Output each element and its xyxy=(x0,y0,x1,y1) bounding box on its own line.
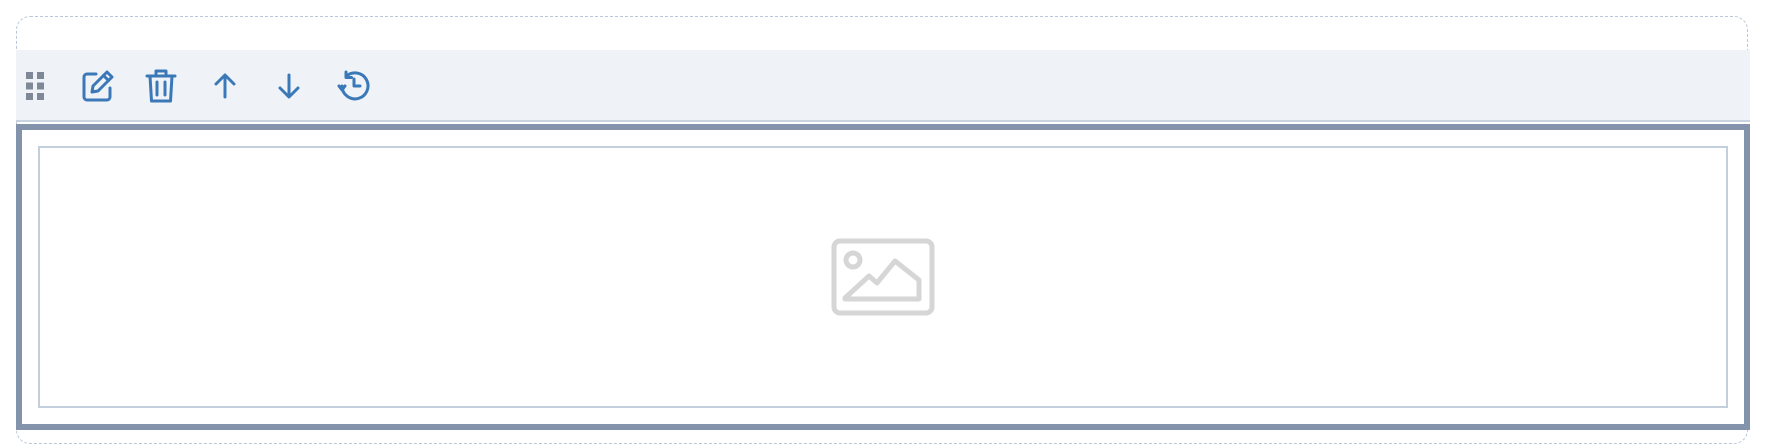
arrow-up-icon xyxy=(212,72,238,100)
delete-button[interactable] xyxy=(143,68,179,104)
history-button[interactable] xyxy=(336,68,372,104)
move-down-button[interactable] xyxy=(271,68,307,104)
image-block-frame[interactable] xyxy=(16,124,1750,430)
move-up-button[interactable] xyxy=(207,68,243,104)
trash-icon xyxy=(145,68,177,104)
image-placeholder-area[interactable] xyxy=(38,146,1728,408)
block-toolbar xyxy=(16,50,1750,122)
drag-handle-icon[interactable] xyxy=(26,72,44,100)
edit-button[interactable] xyxy=(80,68,116,104)
arrow-down-icon xyxy=(276,72,302,100)
history-icon xyxy=(337,69,371,103)
image-placeholder-icon xyxy=(831,238,935,316)
edit-icon xyxy=(81,69,115,103)
